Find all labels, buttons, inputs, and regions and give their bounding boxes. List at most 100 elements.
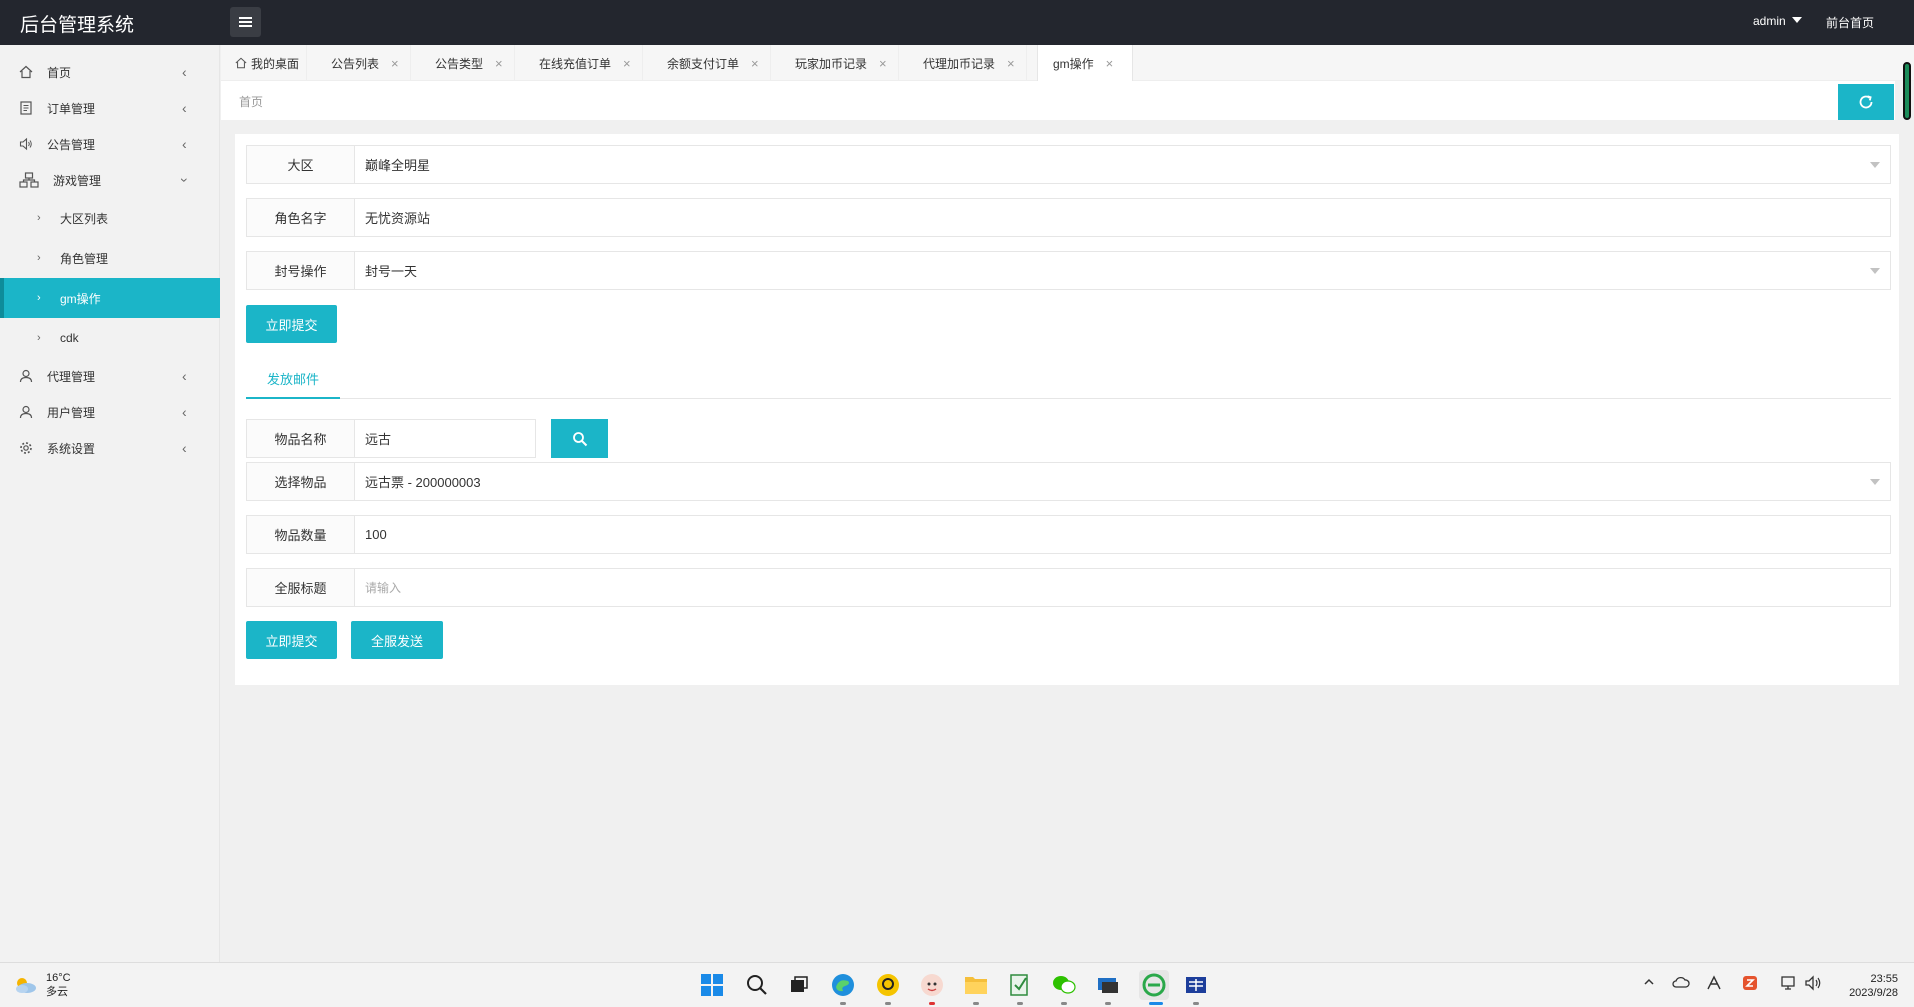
breadcrumb[interactable]: 首页 bbox=[239, 93, 263, 110]
submit-button[interactable]: 立即提交 bbox=[246, 305, 337, 343]
tab-player-coin-log[interactable]: 玩家加币记录 × bbox=[771, 45, 899, 81]
top-header: 后台管理系统 admin 前台首页 bbox=[0, 0, 1914, 45]
input-method-icon[interactable] bbox=[1742, 975, 1758, 994]
quantity-label: 物品数量 bbox=[246, 515, 355, 554]
username: admin bbox=[1753, 14, 1786, 28]
region-row: 大区 巅峰全明星 bbox=[246, 145, 1891, 184]
windows-start-icon[interactable] bbox=[699, 972, 725, 998]
close-icon[interactable]: × bbox=[751, 56, 759, 71]
menu-toggle-button[interactable] bbox=[230, 7, 261, 37]
chevron-up-icon[interactable] bbox=[1643, 975, 1655, 991]
user-icon bbox=[18, 404, 34, 420]
tab-label: 代理加币记录 bbox=[923, 56, 996, 71]
close-icon[interactable]: × bbox=[1007, 56, 1015, 71]
task-view-icon[interactable] bbox=[786, 972, 812, 998]
search-icon[interactable] bbox=[744, 972, 770, 998]
hamburger-icon bbox=[239, 21, 252, 23]
scrollbar-thumb[interactable] bbox=[1903, 62, 1911, 120]
item-name-label: 物品名称 bbox=[246, 419, 355, 458]
refresh-button[interactable] bbox=[1838, 84, 1894, 120]
chevron-left-icon: ‹ bbox=[182, 404, 187, 420]
file-explorer-icon[interactable] bbox=[963, 972, 989, 998]
weather-widget[interactable]: 16°C 多云 bbox=[12, 971, 71, 999]
app-blue-icon[interactable] bbox=[1183, 972, 1209, 998]
sidebar-item-announcements[interactable]: 公告管理 ‹ bbox=[0, 126, 220, 162]
tab-send-mail[interactable]: 发放邮件 bbox=[246, 359, 340, 399]
sidebar-item-settings[interactable]: 系统设置 ‹ bbox=[0, 430, 220, 466]
network-icon[interactable] bbox=[1781, 975, 1799, 994]
sidebar-subitem-gm[interactable]: › gm操作 bbox=[0, 278, 220, 318]
chevron-right-icon: › bbox=[37, 252, 41, 264]
chevron-left-icon: ‹ bbox=[182, 136, 187, 152]
tab-announcement-types[interactable]: 公告类型 × bbox=[411, 45, 515, 81]
tab-desktop[interactable]: 我的桌面 bbox=[221, 45, 307, 81]
sidebar-item-home[interactable]: 首页 ‹ bbox=[0, 54, 220, 90]
select-item-label: 选择物品 bbox=[246, 462, 355, 501]
sidebar-item-games[interactable]: 游戏管理 ‹ bbox=[0, 162, 220, 198]
temperature: 16°C bbox=[46, 972, 71, 984]
tab-agent-coin-log[interactable]: 代理加币记录 × bbox=[899, 45, 1027, 81]
role-name-value: 无忧资源站 bbox=[365, 211, 431, 226]
sidebar: 首页 ‹ 订单管理 ‹ 公告管理 ‹ 游戏管理 ‹ › 大区列表 › 角色管理 … bbox=[0, 45, 220, 962]
item-name-input[interactable]: 远古 bbox=[355, 419, 536, 458]
close-icon[interactable]: × bbox=[495, 56, 503, 71]
role-name-input[interactable]: 无忧资源站 bbox=[355, 198, 1891, 237]
running-indicator bbox=[1105, 1002, 1111, 1005]
notepad-icon[interactable] bbox=[1007, 972, 1033, 998]
sidebar-item-agents[interactable]: 代理管理 ‹ bbox=[0, 358, 220, 394]
select-item-row: 选择物品 远古票 - 200000003 bbox=[246, 462, 1891, 501]
sidebar-subitem-roles[interactable]: › 角色管理 bbox=[0, 238, 220, 278]
tab-label: 玩家加币记录 bbox=[795, 56, 868, 71]
server-title-input[interactable]: 请输入 bbox=[355, 568, 1891, 607]
region-value: 巅峰全明星 bbox=[365, 158, 431, 173]
server-title-label: 全服标题 bbox=[246, 568, 355, 607]
tab-balance-payment[interactable]: 余额支付订单 × bbox=[643, 45, 771, 81]
wechat-icon[interactable] bbox=[1051, 972, 1077, 998]
front-page-link[interactable]: 前台首页 bbox=[1826, 14, 1874, 31]
clock-date: 2023/9/28 bbox=[1849, 987, 1898, 999]
chevron-left-icon: ‹ bbox=[182, 64, 187, 80]
server-title-placeholder: 请输入 bbox=[365, 581, 402, 595]
app-yellow-icon[interactable] bbox=[875, 972, 901, 998]
sidebar-item-users[interactable]: 用户管理 ‹ bbox=[0, 394, 220, 430]
running-indicator bbox=[840, 1002, 846, 1005]
quantity-input[interactable]: 100 bbox=[355, 515, 1891, 554]
breadcrumb-bar: 首页 bbox=[221, 81, 1895, 120]
ban-select[interactable]: 封号一天 bbox=[355, 251, 1891, 290]
system-clock[interactable]: 23:55 2023/9/28 bbox=[1838, 972, 1898, 1000]
ban-value: 封号一天 bbox=[365, 264, 418, 279]
send-all-button[interactable]: 全服发送 bbox=[351, 621, 443, 659]
edge-browser-icon[interactable] bbox=[830, 972, 856, 998]
close-icon[interactable]: × bbox=[1106, 56, 1114, 71]
close-icon[interactable]: × bbox=[623, 56, 631, 71]
home-icon bbox=[18, 64, 34, 80]
submit-mail-button[interactable]: 立即提交 bbox=[246, 621, 337, 659]
item-select[interactable]: 远古票 - 200000003 bbox=[355, 462, 1891, 501]
close-icon[interactable]: × bbox=[879, 56, 887, 71]
tab-announcement-list[interactable]: 公告列表 × bbox=[307, 45, 411, 81]
region-select[interactable]: 巅峰全明星 bbox=[355, 145, 1891, 184]
sidebar-subitem-regions[interactable]: › 大区列表 bbox=[0, 198, 220, 238]
sidebar-item-label: 系统设置 bbox=[47, 441, 96, 456]
pen-icon[interactable] bbox=[1706, 975, 1722, 994]
sidebar-item-orders[interactable]: 订单管理 ‹ bbox=[0, 90, 220, 126]
region-label: 大区 bbox=[246, 145, 355, 184]
sidebar-item-label: 公告管理 bbox=[47, 137, 96, 152]
tab-label: 在线充值订单 bbox=[539, 56, 612, 71]
cloud-icon[interactable] bbox=[1672, 975, 1690, 991]
volume-icon[interactable] bbox=[1804, 975, 1822, 994]
close-icon[interactable]: × bbox=[391, 56, 399, 71]
app-avatar-icon[interactable] bbox=[919, 972, 945, 998]
search-button[interactable] bbox=[551, 419, 608, 458]
remote-desktop-icon[interactable] bbox=[1095, 972, 1121, 998]
ban-row: 封号操作 封号一天 bbox=[246, 251, 1891, 290]
caret-down-icon bbox=[1791, 17, 1802, 23]
tab-gm-operations[interactable]: gm操作 × bbox=[1037, 45, 1133, 82]
user-menu[interactable]: admin bbox=[1753, 14, 1802, 28]
tab-online-recharge[interactable]: 在线充值订单 × bbox=[515, 45, 643, 81]
sidebar-subitem-cdk[interactable]: › cdk bbox=[0, 318, 220, 358]
ie-browser-icon[interactable] bbox=[1139, 970, 1169, 1000]
page-tabs: 我的桌面 公告列表 × 公告类型 × 在线充值订单 × 余额支付订单 × 玩家加币记录 ×… bbox=[221, 45, 1914, 82]
home-icon bbox=[235, 57, 247, 69]
refresh-icon bbox=[1859, 95, 1873, 109]
